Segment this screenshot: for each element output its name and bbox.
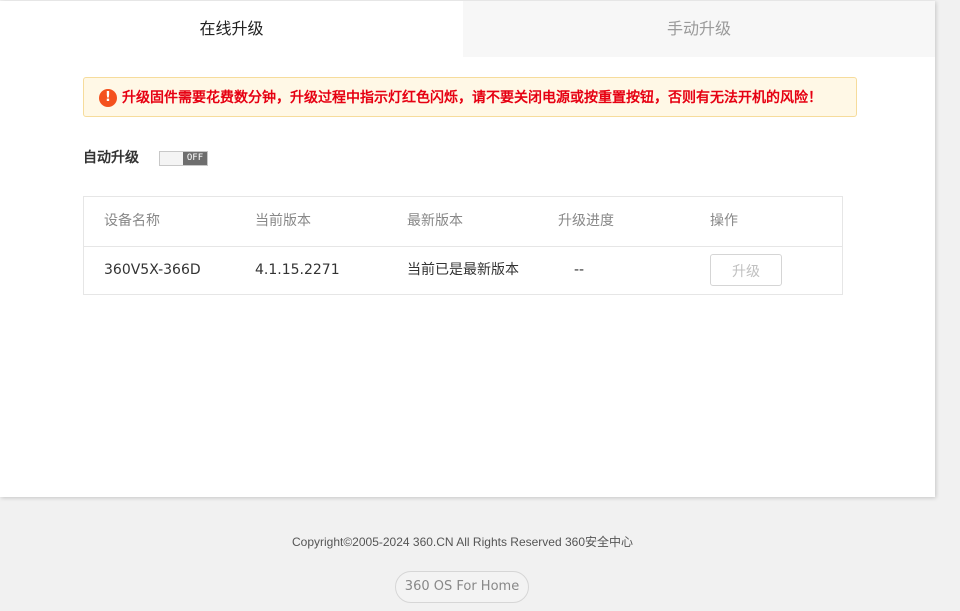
- warning-text: 升级固件需要花费数分钟，升级过程中指示灯红色闪烁，请不要关闭电源或按重置按钮，否…: [122, 90, 822, 106]
- device-name-cell: 360V5X-366D: [104, 262, 201, 278]
- copyright-text: Copyright©2005-2024 360.CN All Rights Re…: [291, 535, 633, 549]
- tab-manual-upgrade[interactable]: 手动升级: [463, 1, 935, 57]
- upgrade-panel: 在线升级 手动升级 ! 升级固件需要花费数分钟，升级过程中指示灯红色闪烁，请不要…: [0, 1, 935, 497]
- tab-bar: 在线升级 手动升级: [0, 1, 935, 57]
- toggle-state-label: OFF: [183, 152, 207, 165]
- auto-upgrade-toggle[interactable]: OFF: [159, 151, 208, 166]
- warning-banner: ! 升级固件需要花费数分钟，升级过程中指示灯红色闪烁，请不要关闭电源或按重置按钮…: [83, 77, 857, 117]
- progress-cell: --: [574, 262, 585, 278]
- header-progress: 升级进度: [558, 213, 614, 229]
- auto-upgrade-label: 自动升级: [83, 150, 139, 166]
- tab-online-upgrade[interactable]: 在线升级: [0, 1, 463, 57]
- table-header-row: 设备名称 当前版本 最新版本 升级进度 操作: [84, 197, 842, 247]
- table-row: 360V5X-366D 4.1.15.2271 当前已是最新版本 -- 升级: [84, 246, 842, 295]
- header-device-name: 设备名称: [104, 213, 160, 229]
- exclamation-circle-icon: !: [99, 89, 117, 107]
- header-action: 操作: [710, 213, 738, 229]
- header-latest-version: 最新版本: [407, 213, 463, 229]
- upgrade-button[interactable]: 升级: [710, 254, 782, 286]
- header-current-version: 当前版本: [255, 213, 311, 229]
- os-badge[interactable]: 360 OS For Home: [395, 571, 529, 603]
- firmware-table: 设备名称 当前版本 最新版本 升级进度 操作 360V5X-366D 4.1.1…: [83, 196, 843, 295]
- latest-version-cell: 当前已是最新版本: [407, 262, 519, 278]
- current-version-cell: 4.1.15.2271: [255, 262, 340, 278]
